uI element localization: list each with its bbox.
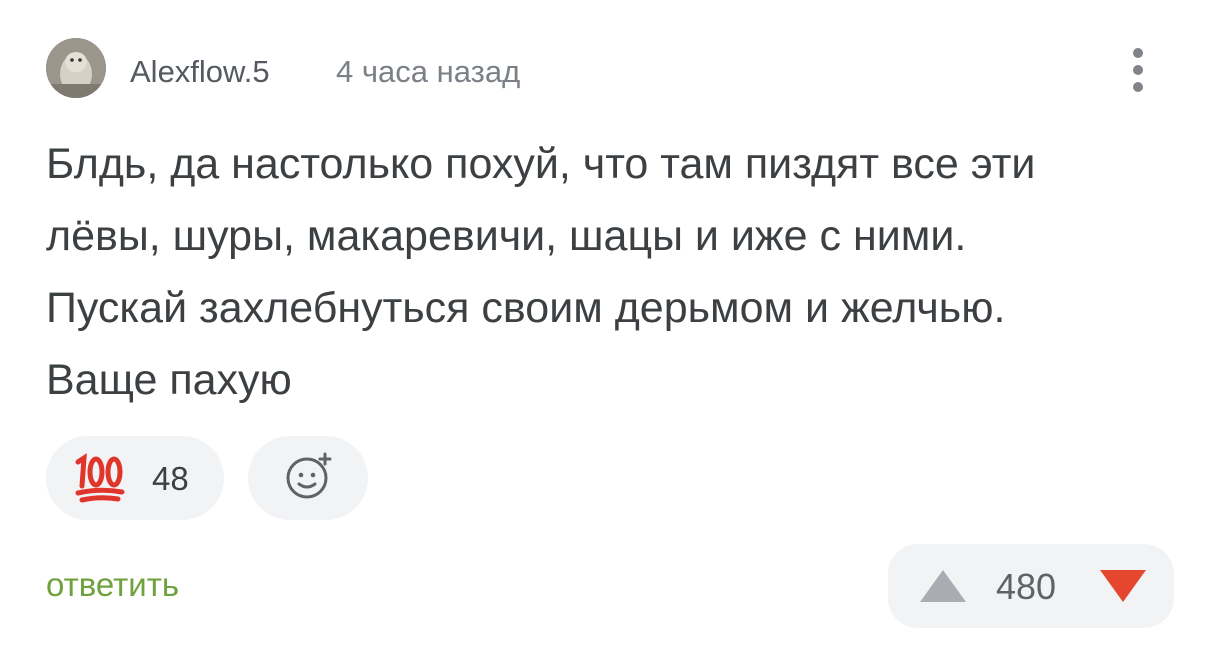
- avatar[interactable]: [46, 38, 106, 98]
- comment-time: 4 часа назад: [336, 54, 521, 89]
- comment-text-line: Пускай захлебнуться своим дерьмом и желч…: [46, 284, 1006, 332]
- more-options-icon[interactable]: [1126, 44, 1150, 96]
- comment-text: Блдь, да настолько похуй, что там пиздят…: [46, 128, 1186, 416]
- hundred-points-icon: [75, 453, 125, 503]
- rating-widget: 480: [888, 544, 1174, 628]
- rating-score: 480: [996, 566, 1057, 607]
- add-reaction-button[interactable]: [248, 436, 368, 520]
- comment-header: Alexflow.5 4 часа назад: [46, 38, 1220, 100]
- comment-text-line: Ваще пахую: [46, 356, 292, 404]
- downvote-icon[interactable]: [1098, 568, 1148, 604]
- reply-link[interactable]: ответить: [46, 566, 179, 604]
- upvote-icon[interactable]: [918, 568, 968, 604]
- comment-text-line: лёвы, шуры, макаревичи, шацы и иже с ним…: [46, 212, 967, 260]
- reaction-hundred[interactable]: 48: [46, 436, 224, 520]
- author-name[interactable]: Alexflow.5: [130, 54, 270, 90]
- add-emoji-icon: [286, 452, 332, 499]
- reaction-count: 48: [152, 460, 189, 497]
- comment-text-line: Блдь, да настолько похуй, что там пиздят…: [46, 140, 1036, 188]
- avatar-image: [46, 38, 106, 98]
